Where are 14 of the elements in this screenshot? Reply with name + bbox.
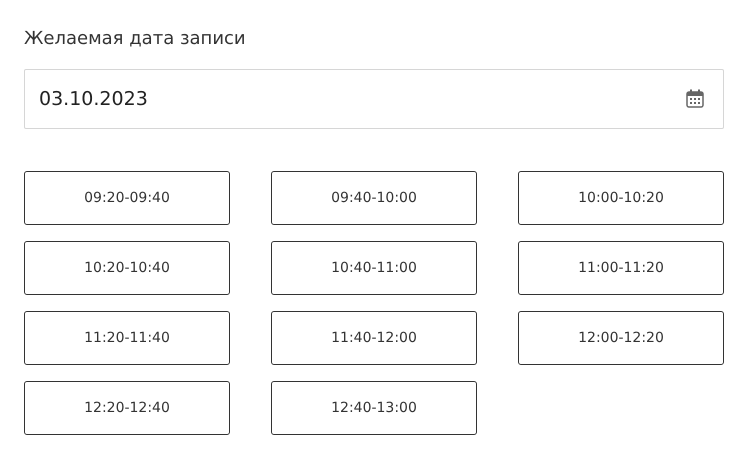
time-slot-button[interactable]: 09:40-10:00 <box>271 171 477 225</box>
time-slot-button[interactable]: 11:20-11:40 <box>24 311 230 365</box>
field-label: Желаемая дата записи <box>24 27 247 51</box>
time-slot-button[interactable]: 09:20-09:40 <box>24 171 230 225</box>
time-slot-button[interactable]: 11:40-12:00 <box>271 311 477 365</box>
time-slot-button[interactable]: 10:20-10:40 <box>24 241 230 295</box>
date-field[interactable]: 03.10.2023 <box>24 69 724 129</box>
time-slot-button[interactable]: 10:00-10:20 <box>518 171 724 225</box>
time-slot-button[interactable]: 12:00-12:20 <box>518 311 724 365</box>
time-slot-button[interactable]: 12:20-12:40 <box>24 381 230 435</box>
time-slot-button[interactable]: 11:00-11:20 <box>518 241 724 295</box>
time-slot-button[interactable]: 10:40-11:00 <box>271 241 477 295</box>
time-slot-button[interactable]: 12:40-13:00 <box>271 381 477 435</box>
calendar-icon[interactable] <box>686 89 704 108</box>
